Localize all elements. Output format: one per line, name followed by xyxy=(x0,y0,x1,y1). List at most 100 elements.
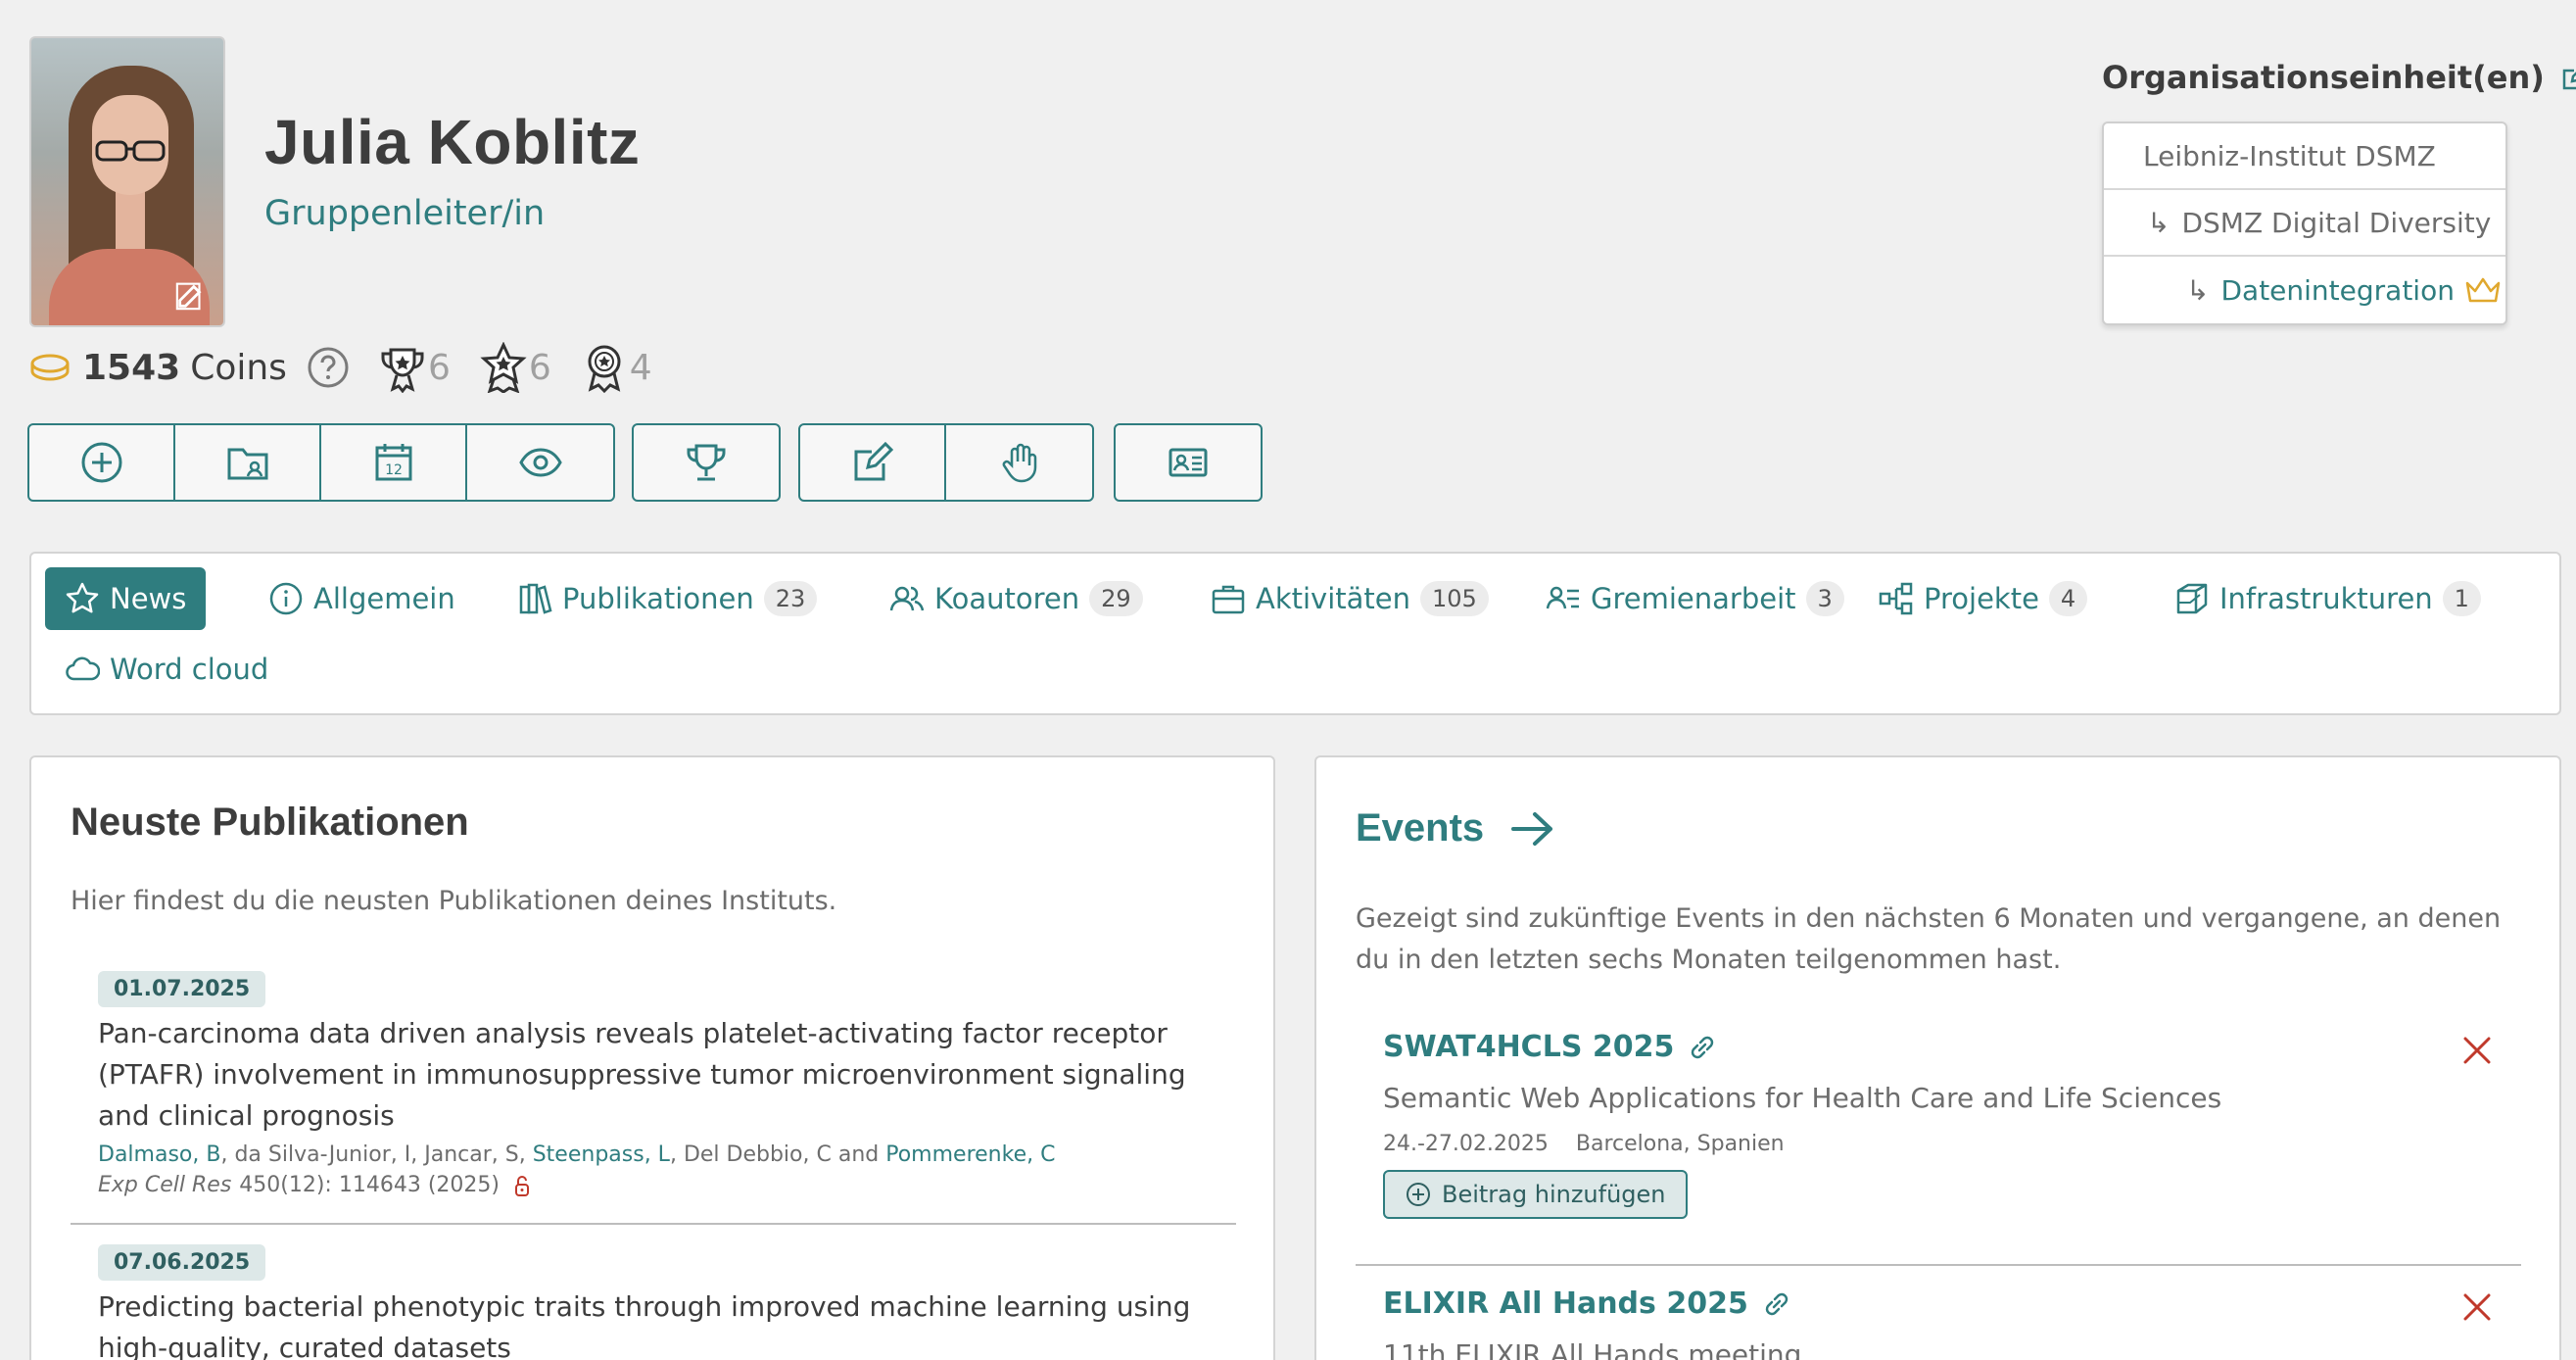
my-folder-button[interactable] xyxy=(175,425,321,500)
tab-count: 3 xyxy=(1805,581,1844,616)
tab-label: Publikationen xyxy=(562,582,754,615)
id-card-icon xyxy=(1169,448,1208,477)
tab-label: Infrastrukturen xyxy=(2219,582,2433,615)
org-unit-0[interactable]: Leibniz-Institut DSMZ xyxy=(2104,123,2505,190)
subunit-arrow-icon: ↳ xyxy=(2186,273,2210,307)
author-link[interactable]: Steenpass, L xyxy=(533,1142,670,1167)
edit-avatar-icon[interactable] xyxy=(174,278,208,312)
events-desc: Gezeigt sind zukünftige Events in den nä… xyxy=(1356,903,2502,975)
profile-tabs: News Allgemein Publikationen 23 Koautore… xyxy=(29,552,2561,715)
profile-avatar[interactable] xyxy=(29,36,225,327)
org-unit-label: DSMZ Digital Diversity xyxy=(2181,206,2492,239)
edit-profile-button[interactable] xyxy=(800,425,946,500)
books-icon xyxy=(519,583,552,614)
publications-card: Neuste Publikationen Hier findest du die… xyxy=(29,755,1275,1360)
publication-title[interactable]: Predicting bacterial phenotypic traits t… xyxy=(98,1287,1244,1360)
event-title[interactable]: SWAT4HCLS 2025 xyxy=(1383,1030,2521,1064)
tab-count: 105 xyxy=(1420,581,1489,616)
profile-name: Julia Koblitz xyxy=(264,107,641,177)
coins-label: Coins xyxy=(190,347,287,388)
tab-label: News xyxy=(110,582,187,615)
calendar-12-icon: 12 xyxy=(375,444,411,481)
tab-word-cloud[interactable]: Word cloud xyxy=(45,638,288,701)
org-unit-1[interactable]: ↳ DSMZ Digital Diversity xyxy=(2104,190,2505,257)
tab-aktivitaeten[interactable]: Aktivitäten 105 xyxy=(1191,567,1508,630)
trophy-badge[interactable]: 6 xyxy=(377,342,451,393)
close-icon[interactable] xyxy=(2460,1034,2494,1067)
tab-projekte[interactable]: Projekte 4 xyxy=(1859,567,2107,630)
edit-icon xyxy=(854,441,893,481)
event-subtitle: 11th ELIXIR All Hands meeting xyxy=(1383,1338,1802,1360)
coins-row: 1543 Coins 6 6 4 xyxy=(29,342,652,393)
add-circle-icon xyxy=(1407,1183,1430,1206)
cloud-icon xyxy=(66,656,100,681)
add-activity-button[interactable] xyxy=(29,425,175,500)
hand-icon xyxy=(1002,443,1036,483)
tab-label: Gremienarbeit xyxy=(1591,582,1796,615)
calendar-button[interactable]: 12 xyxy=(321,425,467,500)
star-badge[interactable]: 6 xyxy=(478,342,551,393)
help-icon[interactable] xyxy=(307,346,350,389)
profile-role: Gruppenleiter/in xyxy=(264,194,546,233)
author-link[interactable]: Pommerenke, C xyxy=(885,1142,1055,1167)
achievements-button[interactable] xyxy=(634,425,779,500)
org-unit-2[interactable]: ↳ Datenintegration xyxy=(2104,257,2505,323)
publication-authors: Dalmaso, B, da Silva-Junior, I, Jancar, … xyxy=(98,1142,1056,1167)
org-units-heading: Organisationseinheit(en) xyxy=(2102,59,2576,96)
tab-label: Allgemein xyxy=(313,582,455,615)
cube-icon xyxy=(2176,583,2208,614)
tab-infrastrukturen[interactable]: Infrastrukturen 1 xyxy=(2155,567,2501,630)
star-badge-count: 6 xyxy=(528,347,551,388)
publication-title[interactable]: Pan-carcinoma data driven analysis revea… xyxy=(98,1013,1244,1137)
briefcase-icon xyxy=(1212,585,1245,614)
event-subtitle: Semantic Web Applications for Health Car… xyxy=(1383,1082,2222,1114)
add-contribution-button[interactable]: Beitrag hinzufügen xyxy=(1383,1170,1688,1219)
event-item: ELIXIR All Hands 2025 11th ELIXIR All Ha… xyxy=(1356,1287,2521,1360)
visibility-button[interactable] xyxy=(467,425,613,500)
action-group-achievements xyxy=(632,423,781,502)
event-title-text: SWAT4HCLS 2025 xyxy=(1383,1030,1675,1064)
tab-label: Word cloud xyxy=(110,653,269,686)
publication-journal: Exp Cell Res 450(12): 114643 (2025) xyxy=(98,1173,1236,1197)
medal-badge[interactable]: 4 xyxy=(579,342,652,393)
coins-icon xyxy=(30,354,70,381)
glasses-icon xyxy=(95,140,166,162)
link-icon xyxy=(1692,1036,1714,1058)
org-units-list: Leibniz-Institut DSMZ ↳ DSMZ Digital Div… xyxy=(2102,121,2507,325)
medal-badge-count: 4 xyxy=(629,347,652,388)
publications-title: Neuste Publikationen xyxy=(71,801,469,844)
author-link[interactable]: Dalmaso, B xyxy=(98,1142,220,1167)
publication-divider xyxy=(71,1223,1236,1225)
event-location: Barcelona, Spanien xyxy=(1575,1132,1785,1156)
events-heading[interactable]: Events xyxy=(1356,806,1556,850)
tree-structure-icon xyxy=(1879,582,1913,615)
add-circle-icon xyxy=(81,442,121,483)
crown-icon xyxy=(2465,277,2501,303)
event-title[interactable]: ELIXIR All Hands 2025 xyxy=(1383,1287,2521,1321)
tab-allgemein[interactable]: Allgemein xyxy=(249,567,475,630)
tab-koautoren[interactable]: Koautoren 29 xyxy=(870,567,1163,630)
star-icon xyxy=(66,582,99,613)
tab-count: 29 xyxy=(1089,581,1143,616)
action-group-edit xyxy=(798,423,1094,502)
action-group-main: 12 xyxy=(27,423,615,502)
subunit-arrow-icon: ↳ xyxy=(2147,206,2171,239)
tab-news[interactable]: News xyxy=(45,567,207,630)
svg-text:12: 12 xyxy=(385,462,403,478)
journal-ref: 450(12): 114643 (2025) xyxy=(239,1173,500,1197)
tab-count: 23 xyxy=(763,581,818,616)
hand-button[interactable] xyxy=(946,425,1092,500)
id-card-button[interactable] xyxy=(1116,425,1261,500)
publication-date: 01.07.2025 xyxy=(98,971,266,1007)
trophy-badge-count: 6 xyxy=(427,347,451,388)
close-icon[interactable] xyxy=(2460,1290,2494,1324)
link-icon xyxy=(1765,1292,1789,1315)
events-title: Events xyxy=(1356,806,1485,850)
eye-icon xyxy=(518,448,562,477)
tab-gremienarbeit[interactable]: Gremienarbeit 3 xyxy=(1526,567,1864,630)
edit-org-icon[interactable] xyxy=(2560,63,2576,92)
tab-publikationen[interactable]: Publikationen 23 xyxy=(498,567,836,630)
trophy-icon xyxy=(687,444,726,481)
tab-label: Projekte xyxy=(1924,582,2039,615)
events-card: Events Gezeigt sind zukünftige Events in… xyxy=(1314,755,2561,1360)
